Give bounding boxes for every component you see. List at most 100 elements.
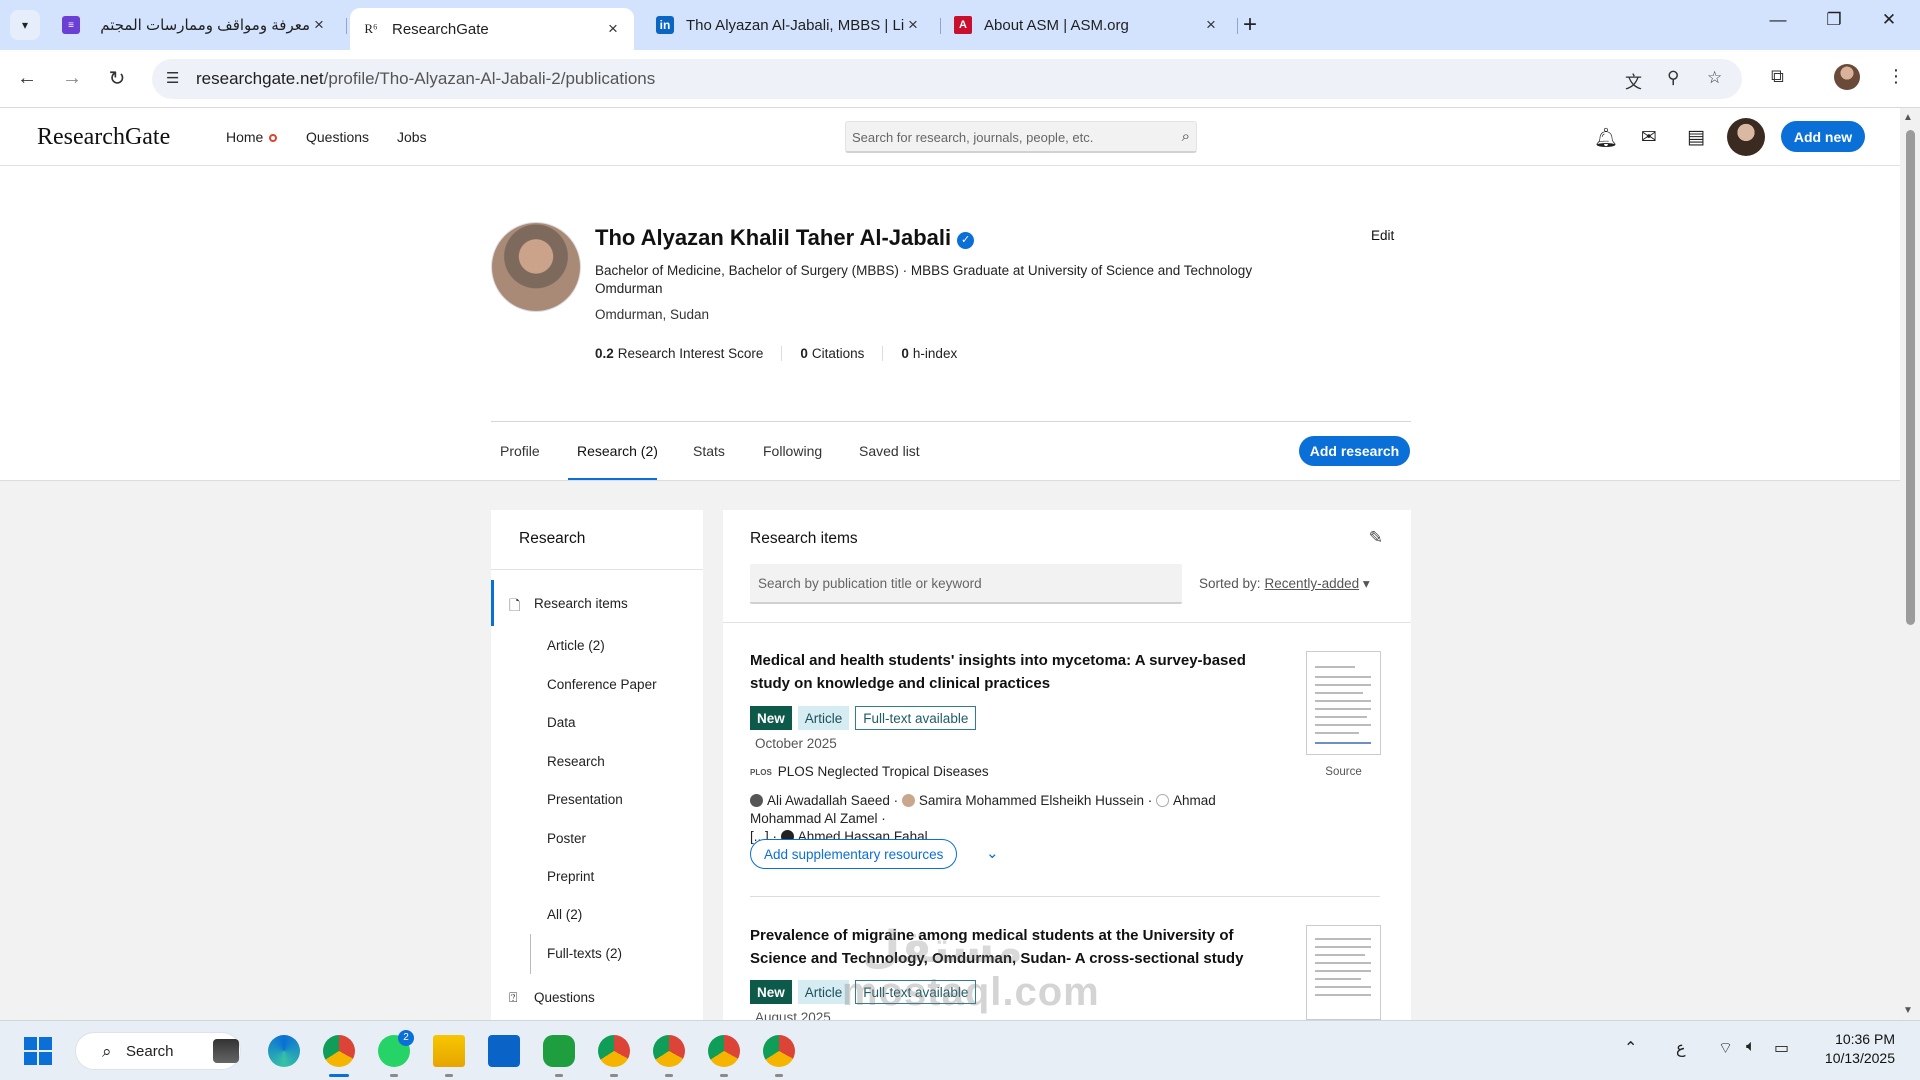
volume-icon[interactable]: 🔈︎ — [1746, 1038, 1756, 1056]
tab-following[interactable]: Following — [763, 443, 822, 459]
researchgate-icon: R⁶ — [364, 21, 378, 36]
nav-questions[interactable]: Questions — [306, 129, 369, 145]
address-bar[interactable]: ☰ researchgate.net/profile/Tho-Alyazan-A… — [152, 59, 1742, 99]
close-icon[interactable]: × — [604, 19, 622, 39]
tab-saved-list[interactable]: Saved list — [859, 443, 920, 459]
close-icon[interactable]: × — [310, 15, 328, 35]
mail-icon[interactable]: ✉ — [1641, 126, 1657, 149]
sidebar-item-presentation[interactable]: Presentation — [547, 792, 623, 807]
forward-button[interactable]: → — [58, 64, 86, 92]
wifi-icon[interactable]: ⌔ — [1718, 1038, 1733, 1058]
badge-full-text[interactable]: Full-text available — [855, 706, 977, 730]
translate-icon[interactable]: 文 — [1625, 68, 1642, 93]
close-window-button[interactable]: ✕ — [1866, 10, 1912, 30]
sidebar-item-questions[interactable]: Questions — [534, 990, 595, 1005]
site-search-input[interactable] — [846, 122, 1156, 152]
author-link[interactable]: Samira Mohammed Elsheikh Hussein — [919, 793, 1144, 808]
document-icon: 🗋 — [509, 597, 521, 613]
system-clock[interactable]: 10:36 PM 10/13/2025 — [1805, 1030, 1895, 1068]
sidebar-item-data[interactable]: Data — [547, 715, 576, 730]
researchgate-logo[interactable]: ResearchGate — [37, 124, 170, 151]
sidebar-item-label: Research items — [534, 596, 628, 611]
app-indicator — [555, 1074, 563, 1077]
user-avatar[interactable] — [1727, 118, 1765, 156]
browser-profile-avatar[interactable] — [1834, 64, 1860, 90]
add-research-button[interactable]: Add research — [1299, 436, 1410, 466]
plos-logo-icon: PLOS — [750, 768, 772, 777]
pencil-icon[interactable]: ✎ — [1369, 528, 1383, 548]
linkedin-icon: in — [656, 16, 674, 34]
outlook-icon[interactable] — [488, 1035, 520, 1067]
chevron-down-icon[interactable]: ⌄ — [986, 844, 999, 862]
close-icon[interactable]: × — [1202, 15, 1220, 35]
chrome-profile-icon[interactable] — [763, 1035, 795, 1067]
tab-researchgate[interactable]: R⁶ ResearchGate × — [350, 8, 634, 50]
sidebar-item-preprint[interactable]: Preprint — [547, 869, 594, 884]
sidebar-item-research[interactable]: Research — [547, 754, 605, 769]
battery-icon[interactable]: ▭ — [1774, 1038, 1789, 1058]
profile-name: Tho Alyazan Khalil Taher Al-Jabali ✓ — [595, 225, 975, 251]
chrome-icon[interactable] — [323, 1035, 355, 1067]
logo-pane — [39, 1037, 52, 1050]
tab-profile[interactable]: Profile — [500, 443, 540, 459]
windows-start-icon[interactable] — [24, 1037, 52, 1065]
nav-home[interactable]: Home — [226, 129, 278, 145]
text-line — [1315, 732, 1359, 734]
sort-control[interactable]: Sorted by: Recently-added ▾ — [1199, 576, 1370, 592]
publication-title[interactable]: Medical and health students' insights in… — [750, 649, 1265, 695]
tab-title: About ASM | ASM.org — [984, 16, 1129, 34]
profile-stats: 0.2 Research Interest Score 0 Citations 0h… — [595, 346, 993, 361]
new-tab-button[interactable]: + — [1243, 12, 1257, 38]
bell-icon[interactable]: 🔔︎ — [1594, 126, 1618, 150]
language-indicator[interactable]: ع — [1676, 1038, 1686, 1058]
chevron-up-icon[interactable]: ⌃ — [1624, 1038, 1637, 1058]
sidebar-item-conference-paper[interactable]: Conference Paper — [547, 677, 657, 692]
tab-linkedin[interactable]: in Tho Alyazan Al-Jabali, MBBS | Li × — [644, 8, 934, 42]
edge-icon[interactable] — [268, 1035, 300, 1067]
task-view-icon[interactable] — [213, 1039, 239, 1063]
tab-asm[interactable]: A About ASM | ASM.org × — [942, 8, 1232, 42]
close-icon[interactable]: × — [904, 15, 922, 35]
add-supplementary-button[interactable]: Add supplementary resources — [750, 839, 958, 869]
zoom-icon[interactable]: ⚲ — [1667, 68, 1679, 88]
back-button[interactable]: ← — [13, 64, 41, 92]
edit-profile-link[interactable]: Edit — [1371, 228, 1394, 243]
bookmark-star-icon[interactable]: ☆ — [1707, 68, 1722, 88]
kebab-menu-icon[interactable]: ⋮ — [1887, 66, 1905, 87]
extensions-icon[interactable]: ⧉ — [1771, 66, 1784, 87]
site-info-icon[interactable]: ☰ — [166, 69, 179, 87]
publication-search-input[interactable] — [750, 564, 1182, 602]
tab-survey[interactable]: ≡ معرفة ومواقف وممارسات المجتم × — [50, 8, 340, 42]
stat-citations: 0 Citations — [800, 346, 884, 361]
sidebar-item-all[interactable]: All (2) — [547, 907, 582, 922]
reload-button[interactable]: ↻ — [103, 64, 131, 92]
scrollbar-thumb[interactable] — [1906, 130, 1915, 625]
journal[interactable]: PLOS PLOS Neglected Tropical Diseases — [750, 764, 989, 779]
pdf-thumbnail[interactable] — [1306, 925, 1381, 1020]
sidebar-item-article[interactable]: Article (2) — [547, 638, 605, 653]
tab-title: معرفة ومواقف وممارسات المجتم — [100, 17, 310, 34]
chrome-profile-icon[interactable] — [708, 1035, 740, 1067]
asm-icon: A — [954, 16, 972, 34]
kaspersky-icon[interactable] — [543, 1035, 575, 1067]
author-link[interactable]: Ali Awadallah Saeed — [767, 793, 890, 808]
pdf-thumbnail[interactable] — [1306, 651, 1381, 755]
search-icon[interactable]: ⌕ — [1182, 128, 1190, 145]
nav-jobs[interactable]: Jobs — [397, 129, 427, 145]
restore-button[interactable]: ❐ — [1811, 10, 1857, 30]
notification-dot — [269, 134, 278, 143]
chrome-profile-icon[interactable] — [598, 1035, 630, 1067]
chat-icon[interactable]: ▤ — [1687, 126, 1705, 149]
sidebar-item-poster[interactable]: Poster — [547, 831, 586, 846]
site-header: ResearchGate Home Questions Jobs ⌕ 🔔︎ ✉ … — [0, 108, 1900, 166]
minimize-button[interactable]: — — [1755, 10, 1801, 30]
scroll-up-icon[interactable]: ▲ — [1903, 112, 1913, 123]
sidebar-item-full-texts[interactable]: Full-texts (2) — [547, 946, 622, 961]
add-new-button[interactable]: Add new — [1781, 121, 1865, 152]
scroll-down-icon[interactable]: ▼ — [1903, 1005, 1913, 1016]
file-explorer-icon[interactable] — [433, 1035, 465, 1067]
tab-stats[interactable]: Stats — [693, 443, 725, 459]
tab-search-button[interactable]: ▾ — [10, 10, 40, 40]
tab-research[interactable]: Research (2) — [577, 443, 658, 459]
chrome-profile-icon[interactable] — [653, 1035, 685, 1067]
